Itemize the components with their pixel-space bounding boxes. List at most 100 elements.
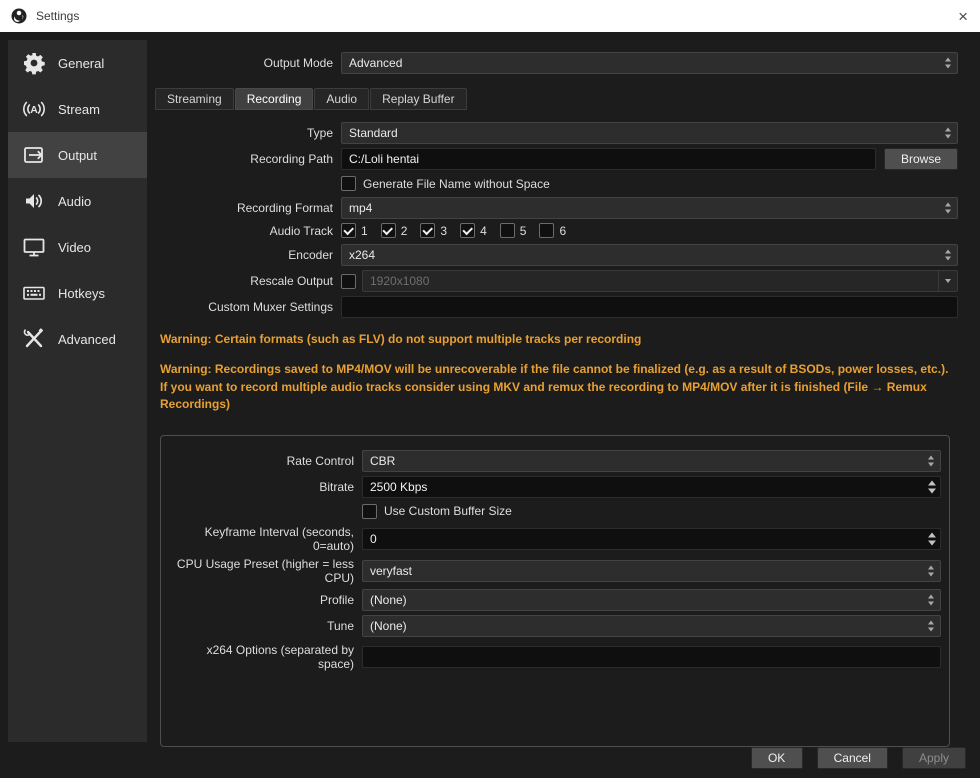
- rescale-output-checkbox[interactable]: [341, 273, 356, 289]
- type-value: Standard: [349, 126, 398, 140]
- recording-format-select[interactable]: mp4: [341, 197, 958, 219]
- audio-track-4-checkbox[interactable]: [460, 223, 476, 238]
- keyframe-interval-input[interactable]: [362, 527, 941, 550]
- rate-control-label: Rate Control: [286, 453, 354, 468]
- sidebar: General A Stream Output Audio Video Hotk…: [8, 40, 147, 742]
- sidebar-item-hotkeys[interactable]: Hotkeys: [8, 270, 147, 316]
- settings-window: Settings × General A Stream Output Audio…: [0, 0, 980, 778]
- bitrate-row: Bitrate: [169, 475, 941, 498]
- recording-format-value: mp4: [349, 201, 373, 215]
- custom-buffer-checkbox[interactable]: [362, 503, 377, 519]
- custom-muxer-label: Custom Muxer Settings: [208, 300, 333, 314]
- tab-audio[interactable]: Audio: [314, 88, 370, 110]
- app-body: General A Stream Output Audio Video Hotk…: [0, 32, 980, 778]
- cancel-button[interactable]: Cancel: [816, 747, 888, 769]
- tune-select[interactable]: (None): [362, 614, 941, 637]
- audio-track-4: 4: [460, 223, 487, 238]
- obs-logo-icon: [10, 7, 28, 25]
- ok-button[interactable]: OK: [750, 747, 803, 769]
- tools-icon: [21, 326, 47, 352]
- mp4-warning-text: Warning: Recordings saved to MP4/MOV wil…: [160, 362, 949, 412]
- encoder-row: Encoder x264: [155, 244, 958, 266]
- sidebar-item-video[interactable]: Video: [8, 224, 147, 270]
- type-select[interactable]: Standard: [341, 122, 958, 144]
- cpu-preset-select[interactable]: veryfast: [362, 559, 941, 582]
- bitrate-input[interactable]: [362, 475, 941, 498]
- tune-value: (None): [370, 618, 407, 633]
- sidebar-item-output[interactable]: Output: [8, 132, 147, 178]
- dropdown-arrows-icon: [928, 594, 934, 606]
- type-label: Type: [306, 126, 333, 140]
- audio-track-5-checkbox[interactable]: [499, 223, 515, 238]
- audio-track-2-checkbox[interactable]: [380, 223, 396, 238]
- dropdown-arrows-icon: [928, 455, 934, 467]
- audio-track-label: Audio Track: [269, 223, 333, 238]
- audio-track-2: 2: [380, 223, 407, 238]
- svg-text:A: A: [30, 104, 38, 116]
- audio-track-6-checkbox[interactable]: [539, 223, 555, 238]
- recording-path-label: Recording Path: [250, 152, 333, 166]
- custom-muxer-input[interactable]: [341, 296, 958, 318]
- encoder-label: Encoder: [288, 248, 333, 262]
- sidebar-item-stream[interactable]: A Stream: [8, 86, 147, 132]
- sidebar-item-label: Hotkeys: [58, 285, 105, 301]
- generate-no-space-label: Generate File Name without Space: [363, 176, 550, 191]
- audio-track-5: 5: [499, 223, 526, 238]
- encoder-settings-group: Rate Control CBR Bitrate 2500 Kbps Use C…: [160, 434, 950, 747]
- audio-track-1-checkbox[interactable]: [341, 223, 356, 238]
- output-tabs: Streaming Recording Audio Replay Buffer: [155, 88, 958, 110]
- tab-streaming[interactable]: Streaming: [155, 88, 234, 110]
- recording-path-input[interactable]: [341, 148, 876, 170]
- sidebar-item-advanced[interactable]: Advanced: [8, 316, 147, 362]
- cpu-preset-label: CPU Usage Preset (higher = less CPU): [176, 556, 354, 585]
- rescale-output-select: 1920x1080: [362, 270, 958, 292]
- tune-label: Tune: [327, 618, 354, 633]
- profile-value: (None): [370, 592, 407, 607]
- output-settings-panel: Output Mode Advanced Streaming Recording…: [155, 32, 958, 747]
- bitrate-label: Bitrate: [319, 479, 354, 494]
- profile-row: Profile (None): [169, 588, 941, 611]
- tab-replay-buffer[interactable]: Replay Buffer: [370, 88, 467, 110]
- audio-track-row: Audio Track 1 2 3 4 5 6: [155, 223, 958, 238]
- profile-select[interactable]: (None): [362, 588, 941, 611]
- tab-recording[interactable]: Recording: [234, 88, 314, 110]
- window-title: Settings: [36, 9, 80, 23]
- encoder-value: x264: [349, 248, 376, 262]
- generate-no-space-checkbox[interactable]: [341, 176, 356, 191]
- sidebar-item-audio[interactable]: Audio: [8, 178, 147, 224]
- keyframe-interval-label: Keyframe Interval (seconds, 0=auto): [204, 524, 354, 553]
- type-row: Type Standard: [155, 122, 958, 144]
- close-icon[interactable]: ×: [958, 8, 968, 25]
- dropdown-arrows-icon: [945, 202, 951, 214]
- output-mode-select[interactable]: Advanced: [341, 52, 958, 74]
- encoder-select[interactable]: x264: [341, 244, 958, 266]
- audio-track-1: 1: [341, 223, 368, 238]
- cpu-preset-row: CPU Usage Preset (higher = less CPU) ver…: [169, 557, 941, 585]
- sidebar-item-label: Audio: [58, 193, 92, 209]
- tune-row: Tune (None): [169, 614, 941, 637]
- output-mode-row: Output Mode Advanced: [155, 52, 958, 74]
- sidebar-item-label: Video: [58, 239, 92, 255]
- generate-no-space-row: Generate File Name without Space: [155, 176, 958, 191]
- browse-button[interactable]: Browse: [883, 148, 958, 170]
- profile-label: Profile: [319, 592, 354, 607]
- custom-buffer-row: Use Custom Buffer Size: [169, 503, 941, 519]
- apply-button[interactable]: Apply: [901, 747, 966, 769]
- output-mode-label: Output Mode: [263, 56, 333, 70]
- titlebar: Settings ×: [0, 0, 980, 32]
- sidebar-item-label: Advanced: [58, 331, 116, 347]
- rescale-output-label: Rescale Output: [250, 274, 333, 288]
- audio-track-6: 6: [539, 223, 566, 238]
- dropdown-arrows-icon: [928, 620, 934, 632]
- rate-control-select[interactable]: CBR: [362, 449, 941, 472]
- x264-options-input[interactable]: [362, 645, 941, 668]
- sidebar-item-general[interactable]: General: [8, 40, 147, 86]
- spin-buttons[interactable]: [928, 480, 936, 494]
- rate-control-row: Rate Control CBR: [169, 449, 941, 472]
- recording-format-row: Recording Format mp4: [155, 197, 958, 219]
- spin-buttons[interactable]: [928, 532, 936, 546]
- dropdown-arrows-icon: [928, 565, 934, 577]
- custom-muxer-row: Custom Muxer Settings: [155, 296, 958, 318]
- audio-track-3-checkbox[interactable]: [420, 223, 436, 238]
- speaker-icon: [21, 188, 47, 214]
